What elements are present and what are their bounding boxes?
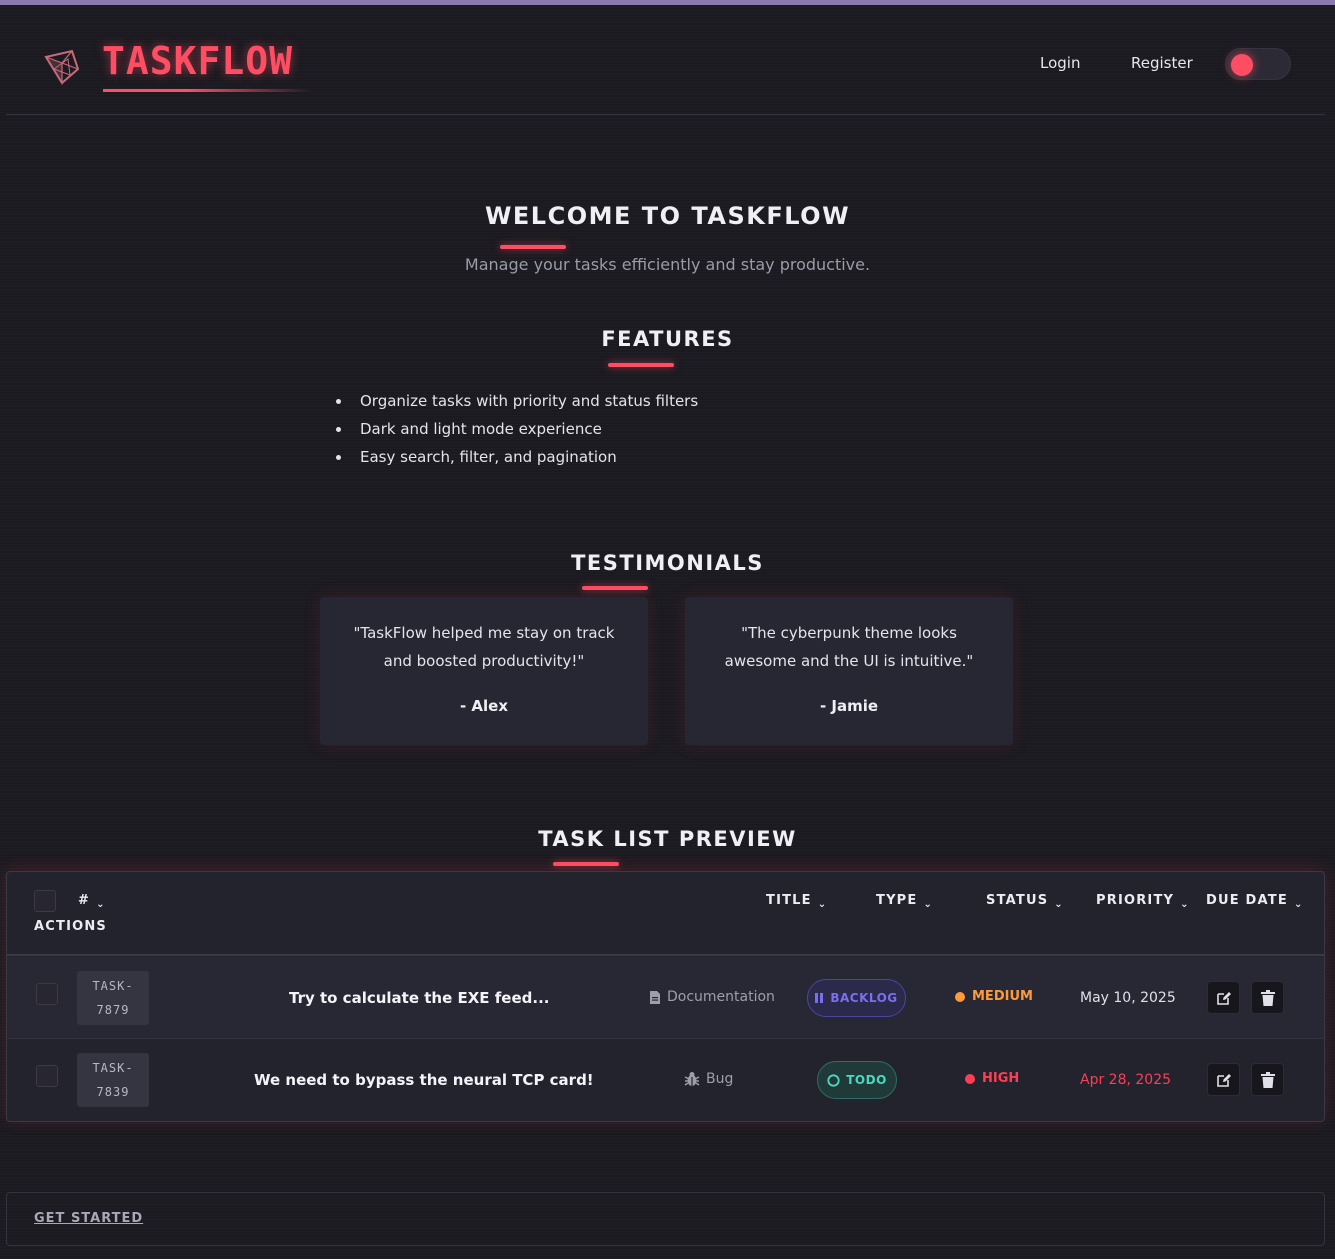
delete-button[interactable] bbox=[1251, 1063, 1284, 1096]
pause-icon bbox=[815, 993, 824, 1003]
hero-subtitle: Manage your tasks efficiently and stay p… bbox=[464, 255, 871, 274]
task-title[interactable]: Try to calculate the EXE feed... bbox=[289, 989, 549, 1007]
task-id-number: 7839 bbox=[96, 1085, 130, 1099]
column-header-priority-label: PRIORITY bbox=[1096, 893, 1175, 908]
row-checkbox[interactable] bbox=[36, 983, 58, 1005]
task-id-badge: TASK- 7839 bbox=[77, 1053, 149, 1107]
testimonial-quote: "The cyberpunk theme looks awesome and t… bbox=[724, 624, 974, 670]
status-badge: BACKLOG bbox=[807, 979, 906, 1017]
row-checkbox[interactable] bbox=[36, 1065, 58, 1087]
priority-dot-icon bbox=[965, 1073, 975, 1084]
bug-icon bbox=[684, 1072, 700, 1086]
task-preview-title-underline bbox=[553, 862, 619, 866]
column-header-type-label: TYPE bbox=[876, 893, 918, 908]
testimonial-author: - Alex bbox=[459, 697, 509, 715]
column-header-actions: ACTIONS bbox=[34, 919, 108, 934]
login-link[interactable]: Login bbox=[1040, 54, 1080, 72]
column-header-status-label: STATUS bbox=[986, 893, 1049, 908]
column-header-due-date[interactable]: DUE DATE ⌄ bbox=[1206, 893, 1304, 910]
edit-icon bbox=[1216, 1073, 1231, 1087]
priority-label: MEDIUM bbox=[972, 989, 1033, 1004]
due-date: Apr 28, 2025 bbox=[1080, 1072, 1172, 1088]
testimonials-title: TESTIMONIALS bbox=[571, 551, 764, 575]
task-id-badge: TASK- 7879 bbox=[77, 971, 149, 1025]
theme-toggle[interactable] bbox=[1225, 48, 1291, 80]
select-all-checkbox[interactable] bbox=[34, 890, 56, 912]
testimonial-card: "The cyberpunk theme looks awesome and t… bbox=[685, 597, 1013, 745]
due-date: May 10, 2025 bbox=[1080, 990, 1176, 1006]
chevron-down-icon: ⌄ bbox=[923, 899, 934, 910]
testimonial-quote: "TaskFlow helped me stay on track and bo… bbox=[353, 624, 615, 670]
priority-indicator: HIGH bbox=[965, 1071, 1019, 1086]
feature-item: Organize tasks with priority and status … bbox=[336, 390, 698, 418]
task-id-number: 7879 bbox=[96, 1003, 130, 1017]
feature-item: Easy search, filter, and pagination bbox=[336, 446, 698, 474]
features-title: FEATURES bbox=[601, 327, 734, 351]
task-type-label: Bug bbox=[706, 1071, 734, 1087]
chevron-down-icon: ⌄ bbox=[96, 899, 106, 910]
delete-button[interactable] bbox=[1251, 981, 1284, 1014]
trash-icon bbox=[1260, 1071, 1275, 1088]
column-header-id[interactable]: # ⌄ bbox=[78, 893, 106, 910]
task-table-header: # ⌄ ACTIONS TITLE ⌄ TYPE ⌄ STATUS ⌄ PRIORITY… bbox=[7, 872, 1324, 956]
priority-dot-icon bbox=[955, 991, 965, 1002]
task-title[interactable]: We need to bypass the neural TCP card! bbox=[254, 1071, 594, 1089]
status-label: BACKLOG bbox=[830, 991, 898, 1005]
feature-item: Dark and light mode experience bbox=[336, 418, 698, 446]
task-table: # ⌄ ACTIONS TITLE ⌄ TYPE ⌄ STATUS ⌄ PRIORITY… bbox=[6, 871, 1325, 1122]
column-header-id-label: # bbox=[78, 893, 91, 908]
chevron-down-icon: ⌄ bbox=[1293, 899, 1304, 910]
circle-icon bbox=[827, 1073, 840, 1087]
get-started-link[interactable]: GET STARTED bbox=[34, 1211, 143, 1226]
trash-icon bbox=[1260, 989, 1275, 1006]
hero-title-underline bbox=[500, 245, 566, 249]
chevron-down-icon: ⌄ bbox=[817, 899, 828, 910]
logo-icon bbox=[44, 49, 80, 86]
hero-title: WELCOME TO TASKFLOW bbox=[484, 202, 851, 230]
site-header: TASKFLOW Login Register bbox=[6, 5, 1325, 115]
task-type-label: Documentation bbox=[667, 989, 775, 1005]
table-row[interactable]: TASK- 7879 Try to calculate the EXE feed… bbox=[7, 957, 1324, 1039]
document-icon bbox=[650, 990, 660, 1004]
chevron-down-icon: ⌄ bbox=[1180, 899, 1190, 910]
column-header-type[interactable]: TYPE ⌄ bbox=[876, 893, 934, 910]
priority-label: HIGH bbox=[982, 1071, 1020, 1086]
testimonial-author: - Jamie bbox=[819, 697, 879, 715]
column-header-due-date-label: DUE DATE bbox=[1206, 893, 1288, 908]
column-header-status[interactable]: STATUS ⌄ bbox=[986, 893, 1064, 910]
column-header-priority[interactable]: PRIORITY ⌄ bbox=[1096, 893, 1190, 910]
edit-button[interactable] bbox=[1207, 1063, 1240, 1096]
features-list: Organize tasks with priority and status … bbox=[336, 390, 698, 474]
features-title-underline bbox=[608, 363, 674, 367]
column-header-title[interactable]: TITLE ⌄ bbox=[766, 893, 828, 910]
column-header-title-label: TITLE bbox=[766, 893, 812, 908]
register-link[interactable]: Register bbox=[1131, 54, 1193, 72]
task-preview-title: TASK LIST PREVIEW bbox=[538, 827, 797, 851]
status-label: TODO bbox=[846, 1073, 887, 1087]
edit-button[interactable] bbox=[1207, 981, 1240, 1014]
priority-indicator: MEDIUM bbox=[955, 989, 1033, 1004]
brand-name[interactable]: TASKFLOW bbox=[102, 39, 293, 83]
brand-underline bbox=[103, 89, 313, 92]
get-started-bar: GET STARTED bbox=[6, 1192, 1325, 1246]
status-badge: TODO bbox=[817, 1061, 897, 1099]
theme-toggle-knob bbox=[1231, 54, 1253, 76]
task-id-prefix: TASK- bbox=[92, 1061, 134, 1075]
chevron-down-icon: ⌄ bbox=[1054, 899, 1064, 910]
testimonial-card: "TaskFlow helped me stay on track and bo… bbox=[320, 597, 648, 745]
task-type: Bug bbox=[684, 1071, 733, 1087]
task-id-prefix: TASK- bbox=[92, 979, 134, 993]
task-type: Documentation bbox=[649, 989, 775, 1005]
testimonials-title-underline bbox=[582, 586, 648, 590]
edit-icon bbox=[1216, 991, 1231, 1005]
table-row[interactable]: TASK- 7839 We need to bypass the neural … bbox=[7, 1039, 1324, 1121]
